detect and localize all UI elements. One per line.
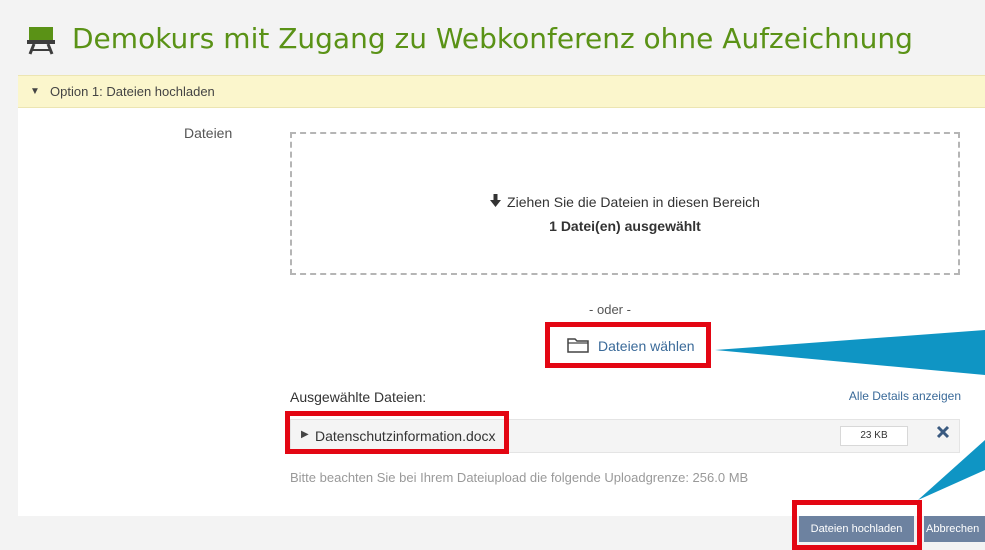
course-icon bbox=[27, 27, 55, 55]
file-name-highlight bbox=[285, 411, 509, 454]
choose-files-label[interactable]: Dateien wählen bbox=[598, 338, 695, 354]
show-all-details-link[interactable]: Alle Details anzeigen bbox=[849, 389, 961, 403]
option-title[interactable]: Option 1: Dateien hochladen bbox=[50, 84, 215, 99]
dropzone-instruction-row: Ziehen Sie die Dateien in diesen Bereich bbox=[292, 194, 958, 210]
option-section-header[interactable]: ▼ Option 1: Dateien hochladen bbox=[18, 75, 985, 108]
file-size: 23 KB bbox=[840, 426, 908, 446]
choose-files-button[interactable]: Dateien wählen bbox=[545, 322, 711, 368]
folder-icon bbox=[567, 338, 589, 353]
page-title: Demokurs mit Zugang zu Webkonferenz ohne… bbox=[72, 22, 913, 55]
selected-files-heading: Ausgewählte Dateien: bbox=[290, 389, 427, 405]
download-arrow-icon bbox=[490, 194, 502, 210]
dropzone-status: 1 Datei(en) ausgewählt bbox=[549, 218, 701, 234]
remove-icon[interactable] bbox=[936, 425, 950, 439]
collapse-arrow-icon[interactable]: ▼ bbox=[30, 86, 40, 97]
header: Demokurs mit Zugang zu Webkonferenz ohne… bbox=[0, 0, 985, 72]
file-dropzone[interactable]: Ziehen Sie die Dateien in diesen Bereich… bbox=[290, 132, 960, 275]
upload-files-button[interactable]: Dateien hochladen bbox=[799, 516, 914, 542]
files-label: Dateien bbox=[184, 125, 233, 141]
cancel-button[interactable]: Abbrechen bbox=[924, 516, 985, 542]
dropzone-instruction: Ziehen Sie die Dateien in diesen Bereich bbox=[507, 194, 760, 210]
upload-limit-note: Bitte beachten Sie bei Ihrem Dateiupload… bbox=[290, 470, 749, 485]
or-separator: - oder - bbox=[589, 302, 631, 317]
